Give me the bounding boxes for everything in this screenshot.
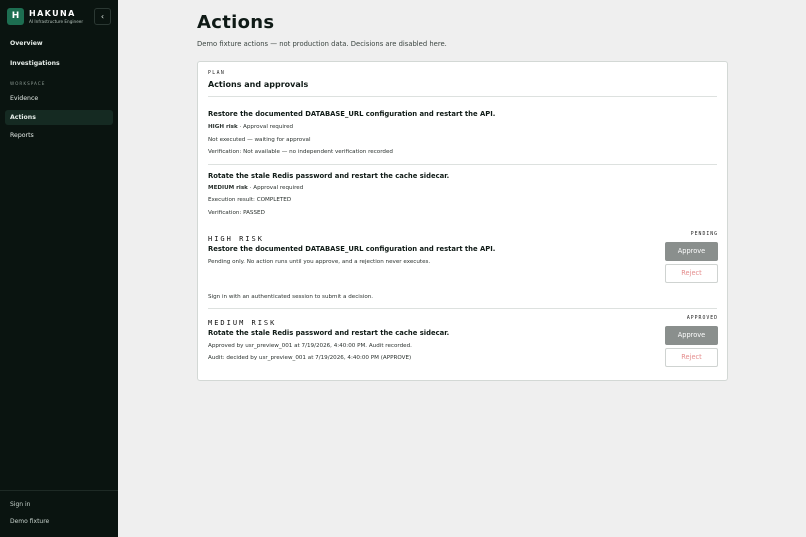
plan-eyebrow: PLAN bbox=[208, 71, 226, 76]
approval-title: Rotate the stale Redis password and rest… bbox=[208, 329, 450, 337]
audit-detail: Audit: decided by usr_preview_001 at 7/1… bbox=[208, 355, 412, 361]
divider bbox=[208, 96, 717, 97]
brand-name: HAKUNA bbox=[29, 9, 76, 18]
risk-suffix: · Approval required bbox=[247, 185, 304, 191]
actions-card: PLAN Actions and approvals Restore the d… bbox=[197, 61, 728, 381]
plan-item-risk: MEDIUM risk · Approval required bbox=[208, 185, 303, 191]
plan-item-title: Restore the documented DATABASE_URL conf… bbox=[208, 110, 496, 118]
approve-button[interactable]: Approve bbox=[665, 326, 718, 345]
plan-title: Actions and approvals bbox=[208, 80, 309, 89]
risk-level: MEDIUM risk bbox=[208, 185, 248, 191]
plan-item-verification: Verification: Not available — no indepen… bbox=[208, 149, 393, 155]
approval-title: Restore the documented DATABASE_URL conf… bbox=[208, 245, 496, 253]
status-badge: PENDING bbox=[690, 232, 718, 237]
plan-item-status: Not executed — waiting for approval bbox=[208, 137, 311, 143]
page-subtitle: Demo fixture actions — not production da… bbox=[197, 40, 447, 48]
page-title: Actions bbox=[197, 12, 275, 33]
approval-risk-label: MEDIUM RISK bbox=[208, 319, 277, 327]
approval-risk-label: HIGH RISK bbox=[208, 235, 264, 243]
approval-detail: Approved by usr_preview_001 at 7/19/2026… bbox=[208, 343, 412, 349]
demo-fixture-label: Demo fixture bbox=[10, 518, 50, 525]
sidebar-item-overview[interactable]: Overview bbox=[5, 36, 113, 51]
sign-in-link[interactable]: Sign in bbox=[10, 501, 30, 508]
reject-button[interactable]: Reject bbox=[665, 264, 718, 283]
hakuna-logo-icon: H bbox=[7, 8, 24, 25]
divider bbox=[208, 164, 717, 165]
risk-level: HIGH risk bbox=[208, 124, 238, 130]
status-badge: APPROVED bbox=[686, 316, 718, 321]
plan-item-title: Rotate the stale Redis password and rest… bbox=[208, 172, 450, 180]
divider bbox=[208, 308, 717, 309]
plan-item-verification: Verification: PASSED bbox=[208, 210, 265, 216]
reject-button[interactable]: Reject bbox=[665, 348, 718, 367]
plan-item-status: Execution result: COMPLETED bbox=[208, 197, 292, 203]
sidebar-item-reports[interactable]: Reports bbox=[5, 128, 113, 143]
sign-in-note: Sign in with an authenticated session to… bbox=[208, 294, 374, 300]
sidebar-item-evidence[interactable]: Evidence bbox=[5, 91, 113, 106]
sidebar-divider bbox=[0, 490, 118, 491]
brand-subtitle: AI Infrastructure Engineer bbox=[29, 19, 84, 24]
plan-item-risk: HIGH risk · Approval required bbox=[208, 124, 293, 130]
collapse-sidebar-button[interactable]: ‹ bbox=[94, 8, 111, 25]
sidebar-item-actions[interactable]: Actions bbox=[5, 110, 113, 125]
sidebar-item-investigations[interactable]: Investigations bbox=[5, 56, 113, 71]
approval-detail: Pending only. No action runs until you a… bbox=[208, 259, 431, 265]
sidebar: H HAKUNA AI Infrastructure Engineer ‹ Ov… bbox=[0, 0, 118, 537]
approve-button[interactable]: Approve bbox=[665, 242, 718, 261]
sidebar-section-label: WORKSPACE bbox=[10, 81, 46, 86]
risk-suffix: · Approval required bbox=[237, 124, 294, 130]
